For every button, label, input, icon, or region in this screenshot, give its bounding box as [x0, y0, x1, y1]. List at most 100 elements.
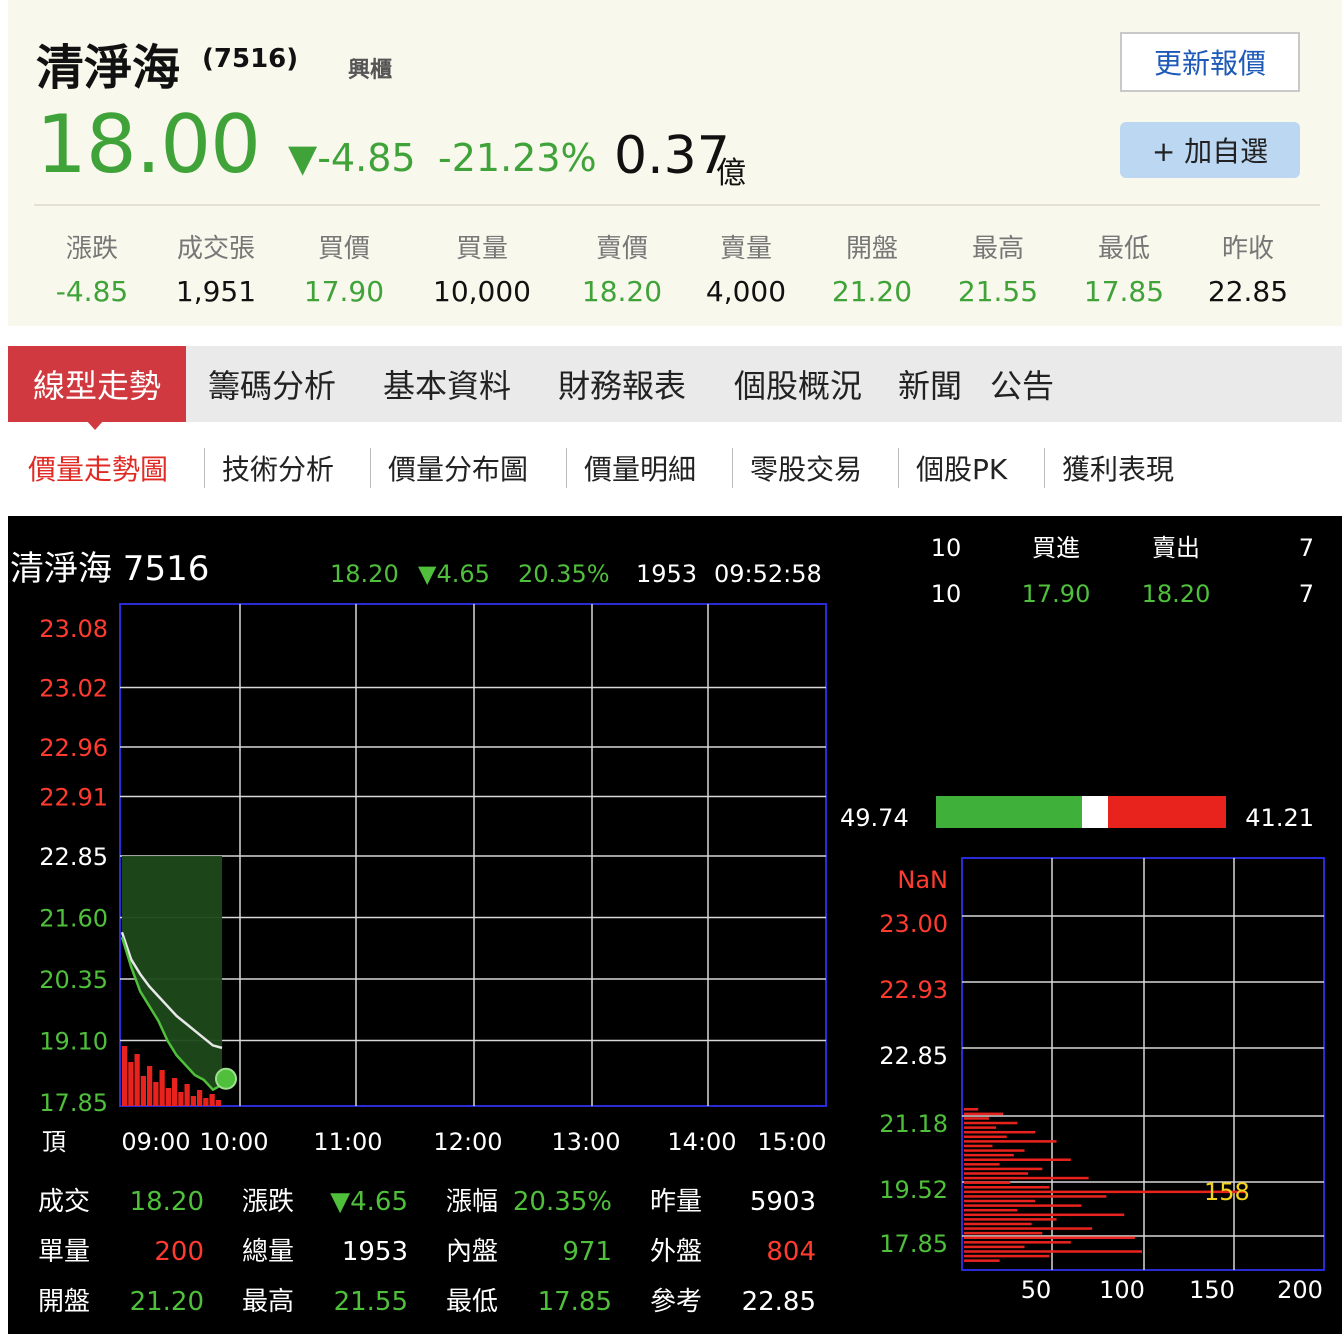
tab-announcements[interactable]: 公告: [974, 346, 1070, 422]
dist-bar: [964, 1172, 1029, 1175]
tab-news[interactable]: 新聞: [886, 346, 974, 422]
subtab-technical[interactable]: 技術分析: [222, 448, 334, 488]
chart-last-price: 18.20: [330, 560, 399, 588]
tab-overview[interactable]: 個股概況: [710, 346, 886, 422]
bottom-stat-label: 最低: [446, 1287, 498, 1317]
y-tick-label: 21.60: [39, 905, 108, 933]
dist-y-tick-label: NaN: [897, 866, 948, 894]
orderbook-header: 買進: [1032, 534, 1080, 562]
dist-bar: [964, 1195, 1107, 1198]
dist-bar: [964, 1186, 1050, 1189]
tab-chips[interactable]: 籌碼分析: [186, 346, 358, 422]
subtab-separator: [1044, 448, 1045, 488]
volume-bar: [153, 1082, 159, 1106]
stat-value: 22.85: [1207, 275, 1289, 308]
ratio-neutral-bar: [1082, 796, 1108, 828]
stat-item: 開盤 21.20: [812, 228, 932, 308]
subtab-pk[interactable]: 個股PK: [916, 448, 1007, 488]
intraday-chart: 清淨海 7516 18.20 ▼4.65 20.35% 1953 09:52:58 23.0…: [10, 534, 1325, 1317]
dist-bar: [964, 1218, 1057, 1221]
stat-value: -4.85: [55, 275, 129, 308]
ratio-sell-bar: [1108, 796, 1226, 828]
stat-value: 1,951: [175, 275, 257, 308]
volume-dist-frame: [961, 857, 1325, 1271]
bottom-stat-label: 成交: [38, 1187, 90, 1217]
tab-trend[interactable]: 線型走勢: [8, 346, 186, 422]
stat-label: 賣量: [719, 234, 772, 264]
bottom-stat-label: 單量: [38, 1237, 90, 1267]
price-change: ▼-4.85: [288, 136, 416, 180]
dist-bar: [964, 1204, 1082, 1207]
subtab-trade-detail[interactable]: 價量明細: [584, 448, 696, 488]
bottom-stat-label: 內盤: [446, 1237, 498, 1267]
stat-item: 最低 17.85: [1064, 228, 1184, 308]
orderbook-value: 10: [931, 580, 962, 608]
subtab-volume-distribution[interactable]: 價量分布圖: [388, 448, 528, 488]
dist-bar: [964, 1149, 1025, 1152]
dist-x-tick-label: 50: [1021, 1276, 1052, 1304]
subtab-separator: [566, 448, 567, 488]
last-price-marker: [215, 1067, 237, 1090]
stat-value: 10,000: [433, 275, 531, 308]
chart-volume: 1953: [636, 560, 697, 588]
current-price: 18.00: [36, 98, 261, 191]
stat-value: 4,000: [705, 275, 787, 308]
stat-label: 最高: [971, 234, 1024, 264]
main-tabs: 線型走勢 籌碼分析 基本資料 財務報表 個股概況 新聞 公告: [8, 346, 1342, 422]
dist-bar: [964, 1130, 1036, 1134]
stat-label: 買量: [455, 234, 508, 264]
stat-item: 買量 10,000: [422, 228, 542, 308]
dist-bar: [964, 1254, 1050, 1258]
bottom-stat-label: 開盤: [38, 1287, 90, 1317]
ratio-left-value: 49.74: [840, 804, 909, 832]
orderbook-value: 18.20: [1142, 580, 1211, 608]
add-watchlist-button[interactable]: + 加自選: [1120, 122, 1300, 178]
subtab-separator: [732, 448, 733, 488]
stat-item: 買價 17.90: [284, 228, 404, 308]
stat-item: 成交張 1,951: [156, 228, 276, 308]
dist-bar: [964, 1167, 1043, 1171]
subtab-profit[interactable]: 獲利表現: [1062, 448, 1174, 488]
orderbook-value: 7: [1299, 580, 1314, 608]
subtab-odd-lot[interactable]: 零股交易: [750, 448, 862, 488]
dist-bar: [964, 1112, 1004, 1116]
x-tick-label: 09:00: [121, 1128, 190, 1156]
dist-x-tick-label: 200: [1277, 1276, 1323, 1304]
subtab-separator: [898, 448, 899, 488]
dist-bar: [964, 1158, 1071, 1161]
volume-bar: [140, 1076, 146, 1106]
dist-max-label: 158: [1204, 1178, 1250, 1206]
dist-bar: [964, 1135, 1007, 1139]
stat-item: 賣價 18.20: [562, 228, 682, 308]
tab-basic[interactable]: 基本資料: [360, 346, 534, 422]
volume-bar: [165, 1088, 171, 1106]
y-tick-label: 22.91: [39, 784, 108, 812]
volume-bar: [184, 1084, 190, 1106]
volume-bar: [203, 1098, 209, 1106]
y-tick-label: 22.96: [39, 734, 108, 762]
bottom-stat-value: 18.20: [130, 1187, 204, 1217]
chart-last-percent: 20.35%: [518, 560, 610, 588]
bottom-stat-label: 外盤: [650, 1237, 702, 1267]
stat-value: 17.90: [303, 275, 385, 308]
bottom-stat-value: 21.20: [130, 1287, 204, 1317]
subtab-price-volume[interactable]: 價量走勢圖: [28, 448, 168, 488]
tab-financials[interactable]: 財務報表: [534, 346, 710, 422]
ratio-right-value: 41.21: [1245, 804, 1314, 832]
chart-title: 清淨海 7516: [10, 549, 209, 589]
bottom-stat-value: 1953: [342, 1237, 408, 1267]
dist-bar: [964, 1181, 1011, 1184]
divider: [34, 204, 1320, 206]
stat-label: 昨收: [1221, 234, 1274, 264]
chart-panel: 清淨海 7516 18.20 ▼4.65 20.35% 1953 09:52:58 23.0…: [8, 516, 1342, 1334]
dist-bar: [964, 1259, 1000, 1262]
dist-bar: [964, 1222, 1032, 1226]
bottom-stat-value: 200: [154, 1237, 204, 1267]
stat-item: 最高 21.55: [938, 228, 1058, 308]
stock-code: (7516): [202, 44, 299, 74]
bottom-stat-label: 漲跌: [242, 1187, 294, 1217]
refresh-quote-button[interactable]: 更新報價: [1120, 32, 1300, 92]
stat-label: 開盤: [845, 234, 898, 264]
volume-bar: [190, 1096, 196, 1106]
x-tick-label: 14:00: [667, 1128, 736, 1156]
